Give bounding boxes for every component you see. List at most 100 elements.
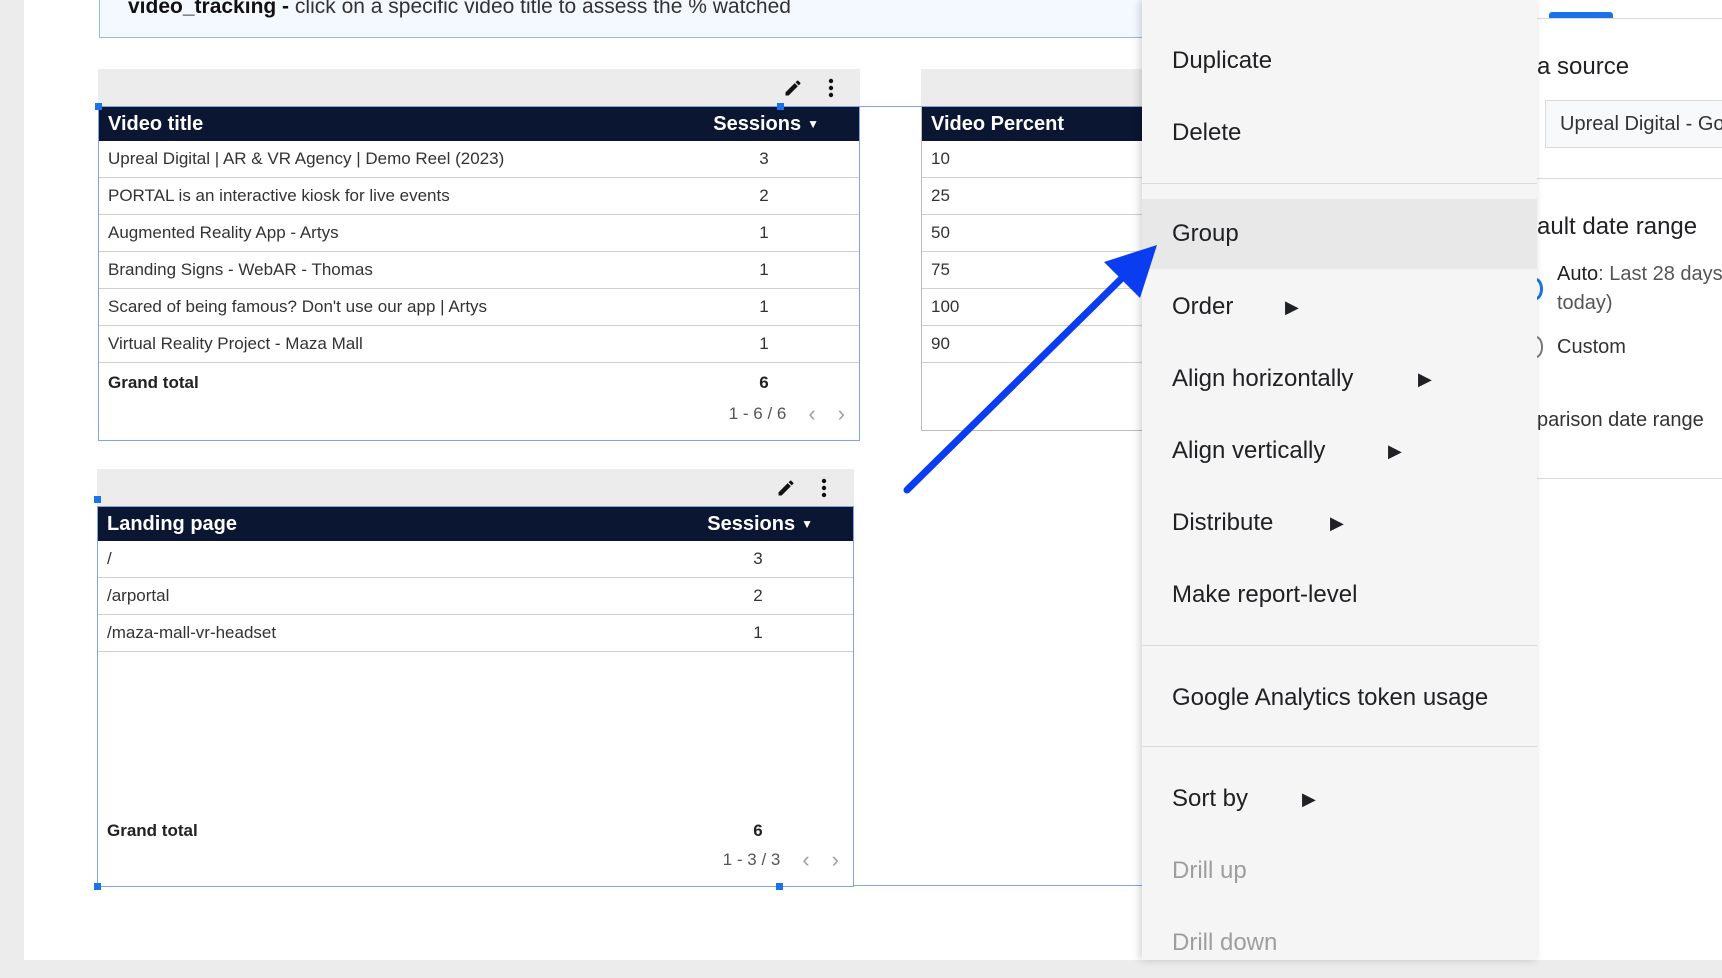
custom-option[interactable]: Custom <box>1557 336 1626 359</box>
cell-sessions: 3 <box>753 549 763 568</box>
table-row[interactable]: 75 <box>922 252 1160 289</box>
table-row[interactable]: Scared of being famous? Don't use our ap… <box>99 289 859 326</box>
context-menu: Duplicate Delete Group Order ▶ Align hori… <box>1142 0 1537 960</box>
selection-handle[interactable] <box>777 103 784 110</box>
table-row[interactable]: Branding Signs - WebAR - Thomas 1 <box>99 252 859 289</box>
grand-total-label: Grand total <box>108 373 199 392</box>
header-sessions[interactable]: Sessions ▼ <box>709 113 859 136</box>
menu-item-delete[interactable]: Delete <box>1142 98 1537 168</box>
cell-video-title: Scared of being famous? Don't use our ap… <box>108 297 488 316</box>
table-row[interactable]: 100 <box>922 289 1160 326</box>
menu-item-label: Sort by <box>1172 785 1249 812</box>
widget-toolbar <box>921 69 1161 106</box>
header-landing-page[interactable]: Landing page <box>98 513 703 536</box>
table-row[interactable]: /3 <box>98 541 853 578</box>
auto-value-line2: today) <box>1557 292 1613 314</box>
pagination-label: 1 - 3 / 3 <box>722 850 781 869</box>
header-sessions-label: Sessions <box>713 112 802 135</box>
menu-item-ga-token-usage[interactable]: Google Analytics token usage <box>1142 663 1537 733</box>
menu-item-label: Align horizontally <box>1172 365 1354 392</box>
auto-label: Auto <box>1557 263 1599 285</box>
selection-outline <box>854 106 1144 107</box>
grand-total-label: Grand total <box>107 821 198 840</box>
chevron-right-icon[interactable]: › <box>838 403 845 425</box>
menu-item-sort-by[interactable]: Sort by ▶ <box>1142 764 1537 834</box>
widget-toolbar <box>98 69 860 106</box>
data-source-value: Upreal Digital - Go <box>1560 113 1722 135</box>
comparison-date-range: parison date range <box>1537 409 1704 431</box>
tab-divider <box>1537 18 1722 19</box>
menu-item-label: Order <box>1172 293 1234 320</box>
menu-item-order[interactable]: Order ▶ <box>1142 272 1537 342</box>
table-row[interactable]: 90 <box>922 326 1160 363</box>
submenu-arrow-icon: ▶ <box>1388 440 1402 461</box>
menu-divider <box>1142 183 1537 184</box>
table-row[interactable]: Upreal Digital | AR & VR Agency | Demo R… <box>99 141 859 178</box>
table-row[interactable]: 25 <box>922 178 1160 215</box>
submenu-arrow-icon: ▶ <box>1330 512 1344 533</box>
header-video-title[interactable]: Video title <box>99 113 709 136</box>
cell-sessions: 1 <box>759 260 769 279</box>
cell-sessions: 2 <box>753 586 763 605</box>
table-row[interactable]: Virtual Reality Project - Maza Mall 1 <box>99 326 859 363</box>
menu-item-label: Align vertically <box>1172 437 1326 464</box>
landing-page-table[interactable]: Landing page Sessions ▼ /3 /arportal 2 /ma… <box>94 469 854 890</box>
grand-total-row: Grand total 6 <box>99 369 859 397</box>
table-header: Video Percent <box>922 107 1160 141</box>
menu-item-label: Google Analytics token usage <box>1172 684 1489 711</box>
more-vert-icon[interactable] <box>818 75 844 101</box>
menu-item-label: Duplicate <box>1172 47 1273 74</box>
properties-panel: a source Upreal Digital - Go ault date r… <box>1537 0 1722 960</box>
chevron-left-icon[interactable]: ‹ <box>802 849 809 871</box>
grand-total-value: 6 <box>753 821 763 840</box>
menu-item-drill-down: Drill down <box>1142 908 1537 978</box>
cell-sessions: 1 <box>753 623 763 642</box>
radio-custom[interactable] <box>1537 336 1543 358</box>
cell-sessions: 2 <box>759 186 769 205</box>
table-header: Video title Sessions ▼ <box>99 107 859 141</box>
video-percent-table[interactable]: Video Percent 10 25 50 75 100 90 <box>921 69 1161 431</box>
selection-outline <box>854 885 1144 886</box>
instruction-banner: video_tracking - click on a specific vid… <box>99 0 1159 38</box>
menu-item-align-vertically[interactable]: Align vertically ▶ <box>1142 416 1537 486</box>
menu-item-duplicate[interactable]: Duplicate <box>1142 26 1537 96</box>
cell-video-title: Augmented Reality App - Artys <box>108 223 339 242</box>
menu-item-make-report-level[interactable]: Make report-level <box>1142 560 1537 630</box>
cell-video-title: Virtual Reality Project - Maza Mall <box>108 334 363 353</box>
data-source-selector[interactable]: Upreal Digital - Go <box>1545 100 1722 148</box>
selection-handle[interactable] <box>776 883 783 890</box>
table-row[interactable]: /arportal 2 <box>98 578 853 615</box>
chevron-left-icon[interactable]: ‹ <box>808 403 815 425</box>
menu-item-distribute[interactable]: Distribute ▶ <box>1142 488 1537 558</box>
header-sessions[interactable]: Sessions ▼ <box>703 513 853 536</box>
selection-handle[interactable] <box>94 883 101 890</box>
selection-handle[interactable] <box>94 496 101 503</box>
pencil-icon[interactable] <box>773 475 799 501</box>
menu-item-label: Distribute <box>1172 509 1274 536</box>
table-row[interactable]: 10 <box>922 141 1160 178</box>
table-row[interactable]: /maza-mall-vr-headset 1 <box>98 615 853 652</box>
menu-item-align-horizontally[interactable]: Align horizontally ▶ <box>1142 344 1537 414</box>
data-source-heading: a source <box>1537 53 1630 80</box>
table-row[interactable]: PORTAL is an interactive kiosk for live … <box>99 178 859 215</box>
selection-handle[interactable] <box>95 103 102 110</box>
pencil-icon[interactable] <box>780 75 806 101</box>
menu-divider <box>1142 746 1537 747</box>
radio-auto[interactable] <box>1537 278 1543 300</box>
pagination: 1 - 6 / 6 ‹ › <box>729 403 845 425</box>
table-header: Landing page Sessions ▼ <box>98 507 853 541</box>
submenu-arrow-icon: ▶ <box>1302 788 1316 809</box>
table-row[interactable]: Augmented Reality App - Artys 1 <box>99 215 859 252</box>
auto-value: : Last 28 days <box>1598 263 1722 285</box>
menu-item-label: Group <box>1172 220 1239 247</box>
auto-option[interactable]: Auto: Last 28 days <box>1557 263 1722 286</box>
pagination: 1 - 3 / 3 ‹ › <box>723 849 839 871</box>
header-video-percent[interactable]: Video Percent <box>922 113 1160 136</box>
cell-video-title: PORTAL is an interactive kiosk for live … <box>108 186 450 205</box>
grand-total-row: Grand total 6 <box>98 817 853 845</box>
menu-item-group[interactable]: Group <box>1142 199 1537 269</box>
video-title-table[interactable]: Video title Sessions ▼ Upreal Digital | A… <box>95 69 860 441</box>
table-row[interactable]: 50 <box>922 215 1160 252</box>
chevron-right-icon[interactable]: › <box>832 849 839 871</box>
more-vert-icon[interactable] <box>811 475 837 501</box>
